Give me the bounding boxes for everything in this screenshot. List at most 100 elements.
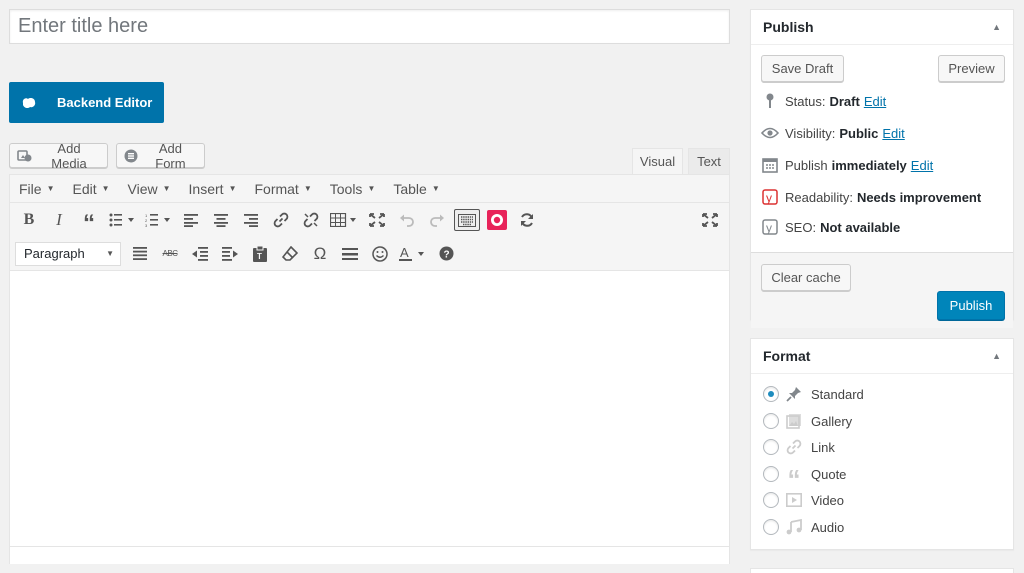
- editor-content-area[interactable]: [10, 271, 729, 547]
- pin-icon: [785, 385, 803, 403]
- format-box: Format ▲ Standard Gallery Link “ Quote V…: [750, 338, 1014, 550]
- horizontal-line-icon[interactable]: [335, 240, 365, 268]
- caret-down-icon: ▼: [46, 184, 55, 193]
- menu-tools-label: Tools: [329, 180, 363, 197]
- numbered-list-icon[interactable]: 123: [140, 206, 176, 234]
- preview-button[interactable]: Preview: [938, 55, 1005, 82]
- svg-text:3: 3: [145, 223, 148, 227]
- format-option-gallery[interactable]: Gallery: [763, 412, 852, 430]
- readability-value: Needs improvement: [856, 189, 982, 205]
- collapse-toggle-icon[interactable]: ▲: [992, 22, 1001, 32]
- format-option-standard[interactable]: Standard: [763, 385, 864, 403]
- caret-down-icon: ▼: [303, 184, 312, 193]
- paste-text-icon[interactable]: T: [245, 240, 275, 268]
- yoast-readability-icon: y: [761, 188, 779, 206]
- insert-link-icon[interactable]: [266, 206, 296, 234]
- menu-file[interactable]: File ▼: [10, 175, 63, 203]
- tab-visual[interactable]: Visual: [632, 148, 683, 175]
- caret-down-icon: ▼: [101, 184, 110, 193]
- menu-edit-label: Edit: [72, 180, 97, 197]
- help-icon[interactable]: ?: [431, 240, 461, 268]
- fullscreen-icon[interactable]: [362, 206, 392, 234]
- format-option-quote[interactable]: “ Quote: [763, 464, 846, 494]
- align-left-icon[interactable]: [176, 206, 206, 234]
- align-center-icon[interactable]: [206, 206, 236, 234]
- table-icon[interactable]: [326, 206, 362, 234]
- special-character-icon[interactable]: Ω: [305, 240, 335, 268]
- format-radio-standard[interactable]: [763, 386, 779, 402]
- visibility-value: Public: [839, 125, 879, 141]
- bullet-list-icon[interactable]: [104, 206, 140, 234]
- form-icon: [124, 148, 139, 164]
- paragraph-format-select[interactable]: Paragraph ▼: [15, 241, 121, 266]
- record-icon[interactable]: [482, 206, 512, 234]
- text-color-icon[interactable]: A: [395, 240, 431, 268]
- menu-tools[interactable]: Tools ▼: [321, 175, 385, 203]
- calendar-icon: [761, 156, 779, 174]
- post-title-input[interactable]: [9, 9, 730, 44]
- format-radio-quote[interactable]: [763, 466, 779, 482]
- menu-view[interactable]: View ▼: [119, 175, 180, 203]
- edit-visibility-link[interactable]: Edit: [882, 126, 904, 141]
- menu-insert-label: Insert: [188, 180, 224, 197]
- visibility-row: Visibility: Public Edit: [761, 124, 905, 142]
- undo-icon[interactable]: [392, 206, 422, 234]
- bold-icon[interactable]: B: [14, 206, 44, 234]
- publish-button[interactable]: Publish: [937, 291, 1005, 320]
- align-right-icon[interactable]: [236, 206, 266, 234]
- outdent-icon[interactable]: [185, 240, 215, 268]
- format-radio-audio[interactable]: [763, 519, 779, 535]
- tab-text[interactable]: Text: [688, 148, 730, 175]
- italic-icon[interactable]: I: [44, 206, 74, 234]
- emoticons-icon[interactable]: [365, 240, 395, 268]
- edit-publish-date-link[interactable]: Edit: [911, 158, 933, 173]
- format-label-gallery: Gallery: [811, 413, 853, 429]
- strikethrough-icon[interactable]: ABC: [155, 240, 185, 268]
- save-draft-button[interactable]: Save Draft: [761, 55, 844, 82]
- collapse-toggle-icon[interactable]: ▲: [992, 351, 1001, 361]
- caret-down-icon: ▼: [162, 184, 171, 193]
- indent-icon[interactable]: [215, 240, 245, 268]
- menu-edit[interactable]: Edit ▼: [63, 175, 118, 203]
- publish-label: Publish: [785, 157, 828, 173]
- clear-cache-button[interactable]: Clear cache: [761, 264, 851, 291]
- refresh-icon[interactable]: [512, 206, 542, 234]
- menu-table[interactable]: Table ▼: [384, 175, 448, 203]
- format-radio-video[interactable]: [763, 492, 779, 508]
- content-editor: File ▼ Edit ▼ View ▼ Insert ▼ Format ▼ Tools ▼…: [9, 174, 730, 564]
- format-label-link: Link: [811, 439, 835, 455]
- add-form-button[interactable]: Add Form: [116, 140, 205, 171]
- caret-down-icon: ▼: [106, 249, 114, 258]
- video-icon: [785, 491, 803, 509]
- seo-label: SEO:: [785, 219, 817, 235]
- add-media-button[interactable]: Add Media: [9, 141, 108, 171]
- justify-icon[interactable]: [125, 240, 155, 268]
- remove-link-icon[interactable]: [296, 206, 326, 234]
- redo-icon[interactable]: [422, 206, 452, 234]
- format-box-header[interactable]: Format ▲: [751, 339, 1013, 374]
- audio-icon: [785, 518, 803, 536]
- svg-text:y: y: [766, 191, 772, 205]
- backend-editor-button[interactable]: Backend Editor: [9, 82, 164, 123]
- svg-text:A: A: [400, 246, 409, 260]
- format-option-audio[interactable]: Audio: [763, 518, 844, 536]
- publish-box-header[interactable]: Publish ▲: [751, 10, 1013, 45]
- svg-text:y: y: [766, 221, 772, 235]
- menu-insert[interactable]: Insert ▼: [180, 175, 246, 203]
- publish-box-title: Publish: [763, 19, 814, 35]
- format-option-link[interactable]: Link: [763, 438, 835, 456]
- menu-table-label: Table: [393, 180, 427, 197]
- add-form-label: Add Form: [155, 140, 186, 171]
- distraction-free-icon[interactable]: [695, 206, 725, 234]
- blockquote-icon[interactable]: “: [74, 206, 104, 237]
- next-metabox: [750, 568, 1014, 573]
- clear-formatting-icon[interactable]: [275, 240, 305, 268]
- editor-toolbar-secondary: Paragraph ▼ ABC T Ω A ?: [10, 237, 729, 271]
- toolbar-toggle-icon[interactable]: [454, 209, 480, 231]
- menu-format[interactable]: Format ▼: [245, 175, 320, 203]
- edit-status-link[interactable]: Edit: [864, 94, 886, 109]
- format-option-video[interactable]: Video: [763, 491, 844, 509]
- format-radio-gallery[interactable]: [763, 413, 779, 429]
- pin-icon: [761, 92, 779, 110]
- format-radio-link[interactable]: [763, 439, 779, 455]
